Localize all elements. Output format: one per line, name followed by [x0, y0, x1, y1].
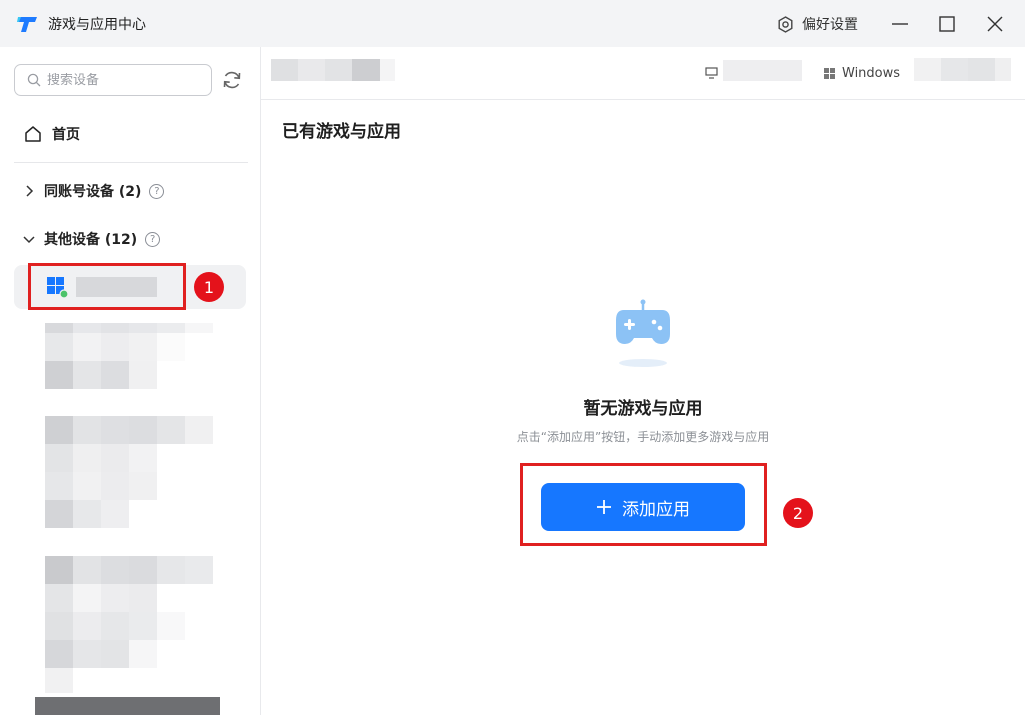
- nav-home-label: 首页: [52, 127, 80, 143]
- refresh-icon[interactable]: [221, 69, 243, 91]
- group-same-account[interactable]: 同账号设备 (2) ?: [22, 176, 248, 206]
- device-title-redacted: [271, 59, 395, 81]
- device-spec-redacted: [723, 60, 802, 81]
- title-bar: 游戏与应用中心 偏好设置: [0, 0, 1025, 47]
- redacted-device-block: [45, 556, 215, 693]
- group-same-account-label: 同账号设备 (2): [44, 184, 142, 200]
- monitor-icon: [705, 67, 718, 79]
- help-icon[interactable]: ?: [145, 231, 161, 247]
- group-other-devices-label: 其他设备 (12): [44, 232, 138, 248]
- os-label-text: Windows: [842, 66, 901, 81]
- empty-state-description: 点击“添加应用”按钮，手动添加更多游戏与应用: [516, 430, 770, 444]
- search-input[interactable]: [47, 72, 197, 88]
- section-title: 已有游戏与应用: [282, 122, 401, 142]
- maximize-icon[interactable]: [935, 12, 959, 36]
- group-other-devices[interactable]: 其他设备 (12) ?: [22, 224, 248, 254]
- sidebar: 首页 同账号设备 (2) ? 其他设备 (12) ? 1: [0, 47, 261, 715]
- windows-logo-icon: [824, 68, 835, 79]
- gamepad-icon: [616, 299, 670, 367]
- redacted-device-block: [45, 416, 215, 529]
- chevron-down-icon: [23, 236, 35, 244]
- app-title: 游戏与应用中心: [48, 17, 146, 33]
- home-icon: [25, 126, 41, 142]
- search-icon: [27, 73, 41, 87]
- os-label: Windows: [824, 66, 900, 81]
- help-icon[interactable]: ?: [149, 183, 165, 199]
- minimize-icon[interactable]: [888, 12, 912, 36]
- preferences-button[interactable]: 偏好设置: [777, 14, 858, 34]
- redacted-device-block: [45, 323, 215, 389]
- annotation-badge-1: 1: [194, 272, 224, 302]
- chevron-right-icon: [26, 185, 34, 197]
- close-icon[interactable]: [983, 12, 1007, 36]
- annotation-box-1: [28, 263, 186, 310]
- redacted-device-bar: [35, 697, 220, 715]
- annotation-box-2: [520, 463, 767, 546]
- app-logo-icon: [17, 17, 37, 32]
- device-header: Windows: [261, 47, 1025, 100]
- annotation-badge-2: 2: [783, 498, 813, 528]
- search-box[interactable]: [14, 64, 212, 96]
- preferences-label: 偏好设置: [802, 17, 858, 33]
- os-version-redacted: [914, 58, 1011, 81]
- gear-icon: [778, 15, 793, 33]
- sidebar-divider: [14, 162, 248, 163]
- nav-home[interactable]: 首页: [14, 117, 248, 151]
- empty-state-title: 暂无游戏与应用: [583, 399, 703, 419]
